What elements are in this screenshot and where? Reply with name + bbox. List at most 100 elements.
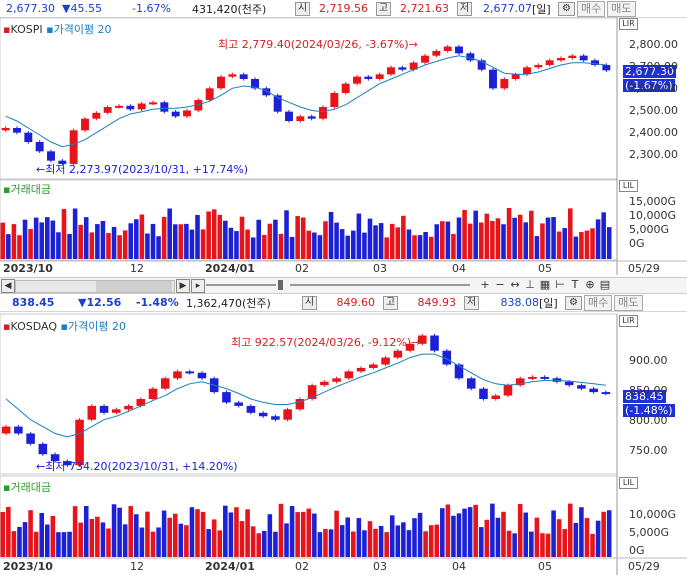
kosdaq-volume-bar	[111, 504, 117, 557]
kospi-volume-bar	[428, 236, 434, 259]
kosdaq-volume-bar	[601, 511, 606, 557]
kosdaq-volume-bar	[556, 519, 562, 557]
kosdaq-volume-bar	[223, 505, 228, 557]
kospi-y-tick: 2,800.00	[629, 38, 678, 51]
kospi-candle	[81, 118, 89, 131]
kospi-y-tick: 2,500.00	[629, 104, 678, 117]
kospi-candle	[239, 74, 248, 79]
kosdaq-volume-bar	[451, 515, 456, 557]
kospi-volume-bar	[445, 221, 451, 259]
kosdaq-volume-bar	[356, 518, 362, 557]
kospi-volume-bar	[412, 235, 417, 259]
kosdaq-x-label: 12	[130, 560, 144, 573]
kospi-volume-bar	[261, 234, 267, 259]
kosdaq-candle	[246, 405, 256, 413]
kospi-vol-tick: 0G	[629, 237, 645, 250]
kospi-volume-bar	[423, 231, 428, 259]
kosdaq-volume-bar	[484, 519, 490, 557]
kosdaq-candle	[197, 372, 207, 379]
kosdaq-volume-bar	[551, 510, 556, 557]
kosdaq-volume-bar	[11, 531, 17, 557]
kosdaq-volume-bar	[367, 521, 373, 557]
kosdaq-volume-bar	[117, 507, 122, 557]
kospi-volume-bar	[223, 220, 228, 259]
kosdaq-y-tick: 800.00	[629, 414, 668, 427]
kospi-volume-bar	[339, 229, 345, 259]
kospi-volume-bar	[45, 217, 50, 259]
kosdaq-volume-bar	[567, 503, 573, 557]
kospi-x-label: 04	[452, 262, 466, 275]
kospi-candle	[387, 67, 395, 75]
kospi-candle	[137, 103, 146, 110]
kospi-volume-bar	[256, 219, 261, 259]
kosdaq-volume-bar	[434, 524, 440, 557]
kosdaq-volume-bar	[95, 516, 100, 557]
kosdaq-candle	[320, 381, 329, 386]
kospi-volume-bar	[239, 216, 245, 259]
kosdaq-volume-bar	[445, 504, 451, 557]
kospi-volume-bar	[395, 227, 401, 259]
kospi-candle	[92, 112, 101, 119]
kosdaq-volume-bar	[261, 530, 267, 557]
kospi-ma-line	[5, 55, 607, 148]
kosdaq-volume-bar	[506, 530, 512, 557]
kospi-candle	[285, 111, 293, 121]
kospi-volume-bar	[156, 236, 161, 259]
kosdaq-volume-bar	[495, 517, 501, 557]
kosdaq-x-label: 2024/01	[205, 560, 255, 573]
kosdaq-volume-bar	[278, 503, 284, 557]
kospi-volume-bar	[211, 209, 217, 259]
kosdaq-volume-bar	[22, 522, 28, 557]
kosdaq-candle	[14, 426, 23, 434]
kospi-volume-bar	[172, 224, 178, 259]
kospi-x-label: 03	[373, 262, 387, 275]
kosdaq-candle	[160, 378, 170, 389]
kosdaq-volume-bar	[33, 531, 39, 557]
kosdaq-volume-bar	[172, 513, 178, 557]
kospi-candle	[307, 116, 316, 119]
kosdaq-volume-bar	[401, 522, 406, 557]
kosdaq-volume-bar	[606, 510, 612, 557]
kospi-volume-bar	[540, 223, 545, 259]
kospi-volume-bar	[473, 210, 478, 259]
kospi-volume-bar	[228, 227, 234, 259]
kosdaq-vol-tick: 10,000G	[629, 508, 677, 521]
kospi-vol-tick: 10,000G	[629, 209, 677, 222]
kosdaq-volume-bar	[139, 527, 145, 557]
kosdaq-volume-bar	[501, 511, 506, 557]
kosdaq-volume-bar	[234, 507, 239, 557]
kospi-volume-bar	[56, 232, 61, 259]
kospi-volume-bar	[245, 229, 250, 259]
kosdaq-volume-bar	[228, 512, 234, 557]
kospi-volume-bar	[189, 229, 195, 259]
kospi-volume-bar	[512, 217, 517, 259]
kosdaq-volume-bar	[195, 509, 200, 557]
kospi-volume-bar	[345, 235, 351, 259]
kospi-volume-bar	[562, 228, 567, 259]
kosdaq-candle	[99, 405, 109, 413]
kosdaq-volume-bar	[317, 532, 323, 557]
kospi-volume-bar	[362, 232, 367, 259]
kospi-volume-bar	[100, 220, 106, 259]
kospi-candle	[602, 65, 611, 71]
kosdaq-volume-bar	[178, 523, 184, 557]
kosdaq-volume-bar	[100, 522, 106, 557]
kosdaq-volume-bar	[200, 511, 206, 557]
kospi-volume-bar	[306, 230, 312, 259]
kosdaq-volume-bar	[417, 512, 423, 557]
kosdaq-volume-bar	[456, 513, 462, 557]
kospi-volume-bar	[78, 224, 83, 259]
kosdaq-volume-bar	[17, 526, 22, 557]
kospi-volume-bar	[267, 223, 273, 259]
kosdaq-candle	[503, 385, 513, 396]
kospi-volume-bar	[67, 233, 72, 259]
kospi-volume-bar	[273, 219, 278, 259]
kospi-candle	[149, 102, 157, 105]
kosdaq-ma-line	[5, 353, 606, 438]
kospi-candle	[353, 76, 361, 84]
kosdaq-candle	[601, 392, 611, 395]
kosdaq-volume-bar	[211, 519, 217, 557]
kosdaq-volume-bar	[529, 531, 534, 557]
kosdaq-volume-bar	[161, 510, 167, 557]
kosdaq-volume-bar	[295, 512, 300, 557]
